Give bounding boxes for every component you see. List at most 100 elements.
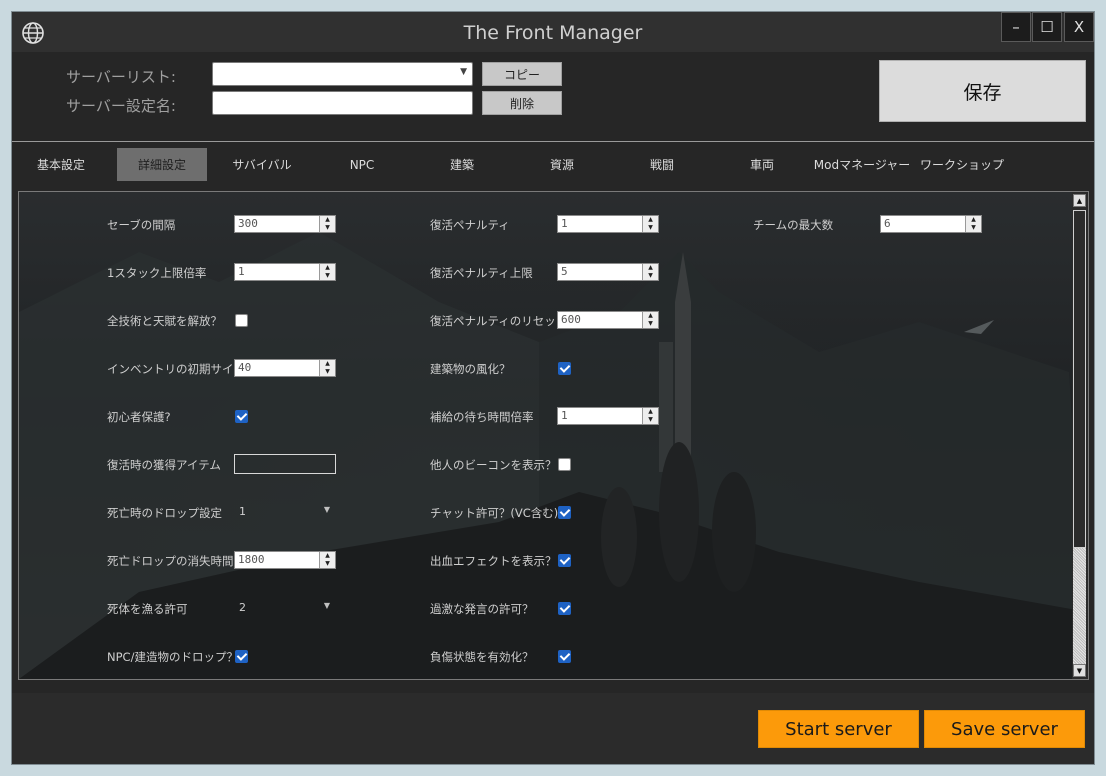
copy-button[interactable]: コピー: [482, 62, 562, 86]
start-server-button[interactable]: Start server: [758, 710, 919, 748]
stepper-arrows-icon[interactable]: ▲ ▼: [642, 312, 658, 328]
respawn-penalty-reset-stepper[interactable]: 600 ▲ ▼: [557, 311, 659, 329]
minimize-button[interactable]: –: [1001, 12, 1031, 42]
settings-tabs: 基本設定 詳細設定 サバイバル NPC 建築 資源 戦闘 車両 Modマネージャ…: [12, 148, 1094, 182]
respawn-items-input[interactable]: [234, 454, 336, 474]
building-decay-checkbox[interactable]: [558, 362, 571, 375]
label-respawn-items: 復活時の獲得アイテム: [107, 458, 221, 472]
label-death-drop: 死亡時のドロップ設定: [107, 506, 222, 520]
stepper-arrows-icon[interactable]: ▲ ▼: [319, 552, 335, 568]
show-others-beacon-checkbox[interactable]: [558, 458, 571, 471]
stepper-arrows-icon[interactable]: ▲ ▼: [642, 216, 658, 232]
maximize-button[interactable]: ☐: [1032, 12, 1062, 42]
max-teams-stepper[interactable]: 6 ▲ ▼: [880, 215, 982, 233]
allow-extreme-speech-checkbox[interactable]: [558, 602, 571, 615]
death-drop-value: 1: [239, 505, 246, 518]
server-config-name-input[interactable]: [212, 91, 473, 115]
label-respawn-penalty-reset: 復活ペナルティのリセット: [430, 314, 568, 328]
unlock-all-tech-checkbox[interactable]: [235, 314, 248, 327]
save-interval-value: 300: [238, 217, 258, 230]
label-respawn-penalty: 復活ペナルティ: [430, 218, 510, 232]
tab-mod-manager[interactable]: Modマネージャー: [812, 148, 912, 181]
supply-wait-stepper[interactable]: 1 ▲ ▼: [557, 407, 659, 425]
tab-vehicles[interactable]: 車両: [717, 148, 807, 181]
scroll-down-icon[interactable]: ▼: [1073, 664, 1086, 677]
tab-building[interactable]: 建築: [417, 148, 507, 181]
stepper-arrows-icon[interactable]: ▲ ▼: [642, 264, 658, 280]
tab-survival[interactable]: サバイバル: [217, 148, 307, 181]
maximize-icon: ☐: [1040, 18, 1054, 36]
inventory-size-stepper[interactable]: 40 ▲ ▼: [234, 359, 336, 377]
loot-corpse-select[interactable]: 2 ▼: [234, 599, 336, 617]
minimize-icon: –: [1012, 18, 1020, 36]
title-bar[interactable]: The Front Manager – ☐ X: [12, 12, 1094, 52]
save-interval-stepper[interactable]: 300 ▲ ▼: [234, 215, 336, 233]
server-list-label: サーバーリスト:: [66, 68, 176, 86]
save-server-button[interactable]: Save server: [924, 710, 1085, 748]
scroll-up-icon[interactable]: ▲: [1073, 194, 1086, 207]
chevron-down-icon: ▼: [460, 67, 467, 77]
delete-button[interactable]: 削除: [482, 91, 562, 115]
tab-workshop[interactable]: ワークショップ: [917, 148, 1007, 181]
loot-corpse-value: 2: [239, 601, 246, 614]
label-enable-injured-state: 負傷状態を有効化？: [430, 650, 534, 664]
allow-chat-checkbox[interactable]: [558, 506, 571, 519]
label-unlock-all-tech: 全技術と天賦を解放？: [107, 314, 222, 328]
stepper-arrows-icon[interactable]: ▲ ▼: [319, 264, 335, 280]
vertical-scrollbar[interactable]: ▲ ▼: [1072, 192, 1088, 679]
window-title: The Front Manager: [463, 22, 643, 44]
scrollbar-track[interactable]: [1073, 548, 1086, 664]
footer-bar: Start server Save server: [12, 693, 1094, 764]
tab-advanced[interactable]: 詳細設定: [117, 148, 207, 181]
label-death-drop-despawn: 死亡ドロップの消失時間: [107, 554, 234, 568]
close-button[interactable]: X: [1064, 12, 1094, 42]
app-window: The Front Manager – ☐ X サーバーリスト: ▼ コピー サ…: [11, 11, 1095, 765]
respawn-penalty-max-stepper[interactable]: 5 ▲ ▼: [557, 263, 659, 281]
label-allow-chat: チャット許可？(VC含む): [430, 506, 559, 520]
inventory-size-value: 40: [238, 361, 252, 374]
respawn-penalty-reset-value: 600: [561, 313, 581, 326]
tab-basic[interactable]: 基本設定: [22, 148, 100, 181]
label-inventory-size: インベントリの初期サイズ: [107, 362, 245, 376]
label-save-interval: セーブの間隔: [107, 218, 176, 232]
save-button[interactable]: 保存: [879, 60, 1086, 122]
stepper-arrows-icon[interactable]: ▲ ▼: [319, 360, 335, 376]
stepper-arrows-icon[interactable]: ▲ ▼: [642, 408, 658, 424]
label-building-decay: 建築物の風化？: [430, 362, 511, 376]
label-loot-corpse: 死体を漁る許可: [107, 602, 188, 616]
death-drop-despawn-value: 1800: [238, 553, 265, 566]
label-bleeding-effect: 出血エフェクトを表示？: [430, 554, 557, 568]
tab-combat[interactable]: 戦闘: [617, 148, 707, 181]
advanced-settings-panel: セーブの間隔 300 ▲ ▼ 1スタック上限倍率 1 ▲ ▼ 全技術と天賦を解放？ …: [18, 191, 1089, 680]
stack-multiplier-stepper[interactable]: 1 ▲ ▼: [234, 263, 336, 281]
tab-npc[interactable]: NPC: [317, 148, 407, 181]
label-max-teams: チームの最大数: [753, 218, 834, 232]
stepper-arrows-icon[interactable]: ▲ ▼: [965, 216, 981, 232]
respawn-penalty-value: 1: [561, 217, 568, 230]
enable-injured-state-checkbox[interactable]: [558, 650, 571, 663]
supply-wait-value: 1: [561, 409, 568, 422]
death-drop-select[interactable]: 1 ▼: [234, 503, 336, 521]
scrollbar-thumb[interactable]: [1073, 210, 1086, 548]
label-npc-building-drop: NPC/建造物のドロップ？: [107, 650, 238, 664]
death-drop-despawn-stepper[interactable]: 1800 ▲ ▼: [234, 551, 336, 569]
respawn-penalty-max-value: 5: [561, 265, 568, 278]
newbie-protection-checkbox[interactable]: [235, 410, 248, 423]
label-allow-extreme-speech: 過激な発言の許可？: [430, 602, 534, 616]
npc-building-drop-checkbox[interactable]: [235, 650, 248, 663]
header-divider: [12, 141, 1094, 142]
server-list-dropdown[interactable]: ▼: [212, 62, 473, 86]
bleeding-effect-checkbox[interactable]: [558, 554, 571, 567]
chevron-down-icon: ▼: [323, 505, 330, 514]
stepper-arrows-icon[interactable]: ▲ ▼: [319, 216, 335, 232]
stack-multiplier-value: 1: [238, 265, 245, 278]
chevron-down-icon: ▼: [323, 601, 330, 610]
respawn-penalty-stepper[interactable]: 1 ▲ ▼: [557, 215, 659, 233]
label-stack-multiplier: 1スタック上限倍率: [107, 266, 207, 280]
label-show-others-beacon: 他人のビーコンを表示？: [430, 458, 557, 472]
max-teams-value: 6: [884, 217, 891, 230]
label-respawn-penalty-max: 復活ペナルティ上限: [430, 266, 533, 280]
close-icon: X: [1073, 18, 1085, 36]
tab-resources[interactable]: 資源: [517, 148, 607, 181]
label-supply-wait: 補給の待ち時間倍率: [430, 410, 534, 424]
